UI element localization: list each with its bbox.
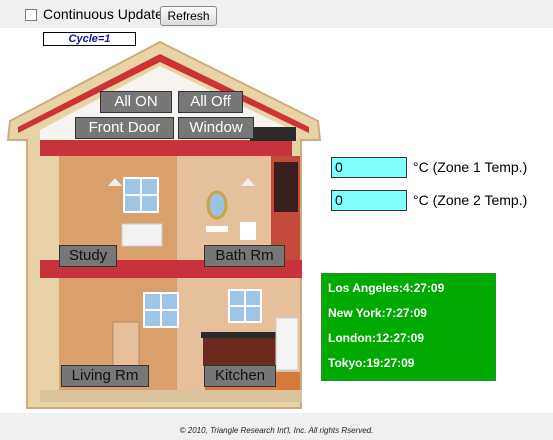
study-button[interactable]: Study (59, 245, 117, 267)
all-on-button[interactable]: All ON (100, 91, 172, 113)
living-rm-button[interactable]: Living Rm (61, 365, 149, 387)
copyright-notice: © 2010, Triangle Research Int'l, Inc. Al… (179, 426, 374, 435)
clock-los-angeles: Los Angeles:4:27:09 (328, 281, 445, 295)
zone1-temp-field[interactable]: 0 (331, 157, 407, 178)
front-door-button[interactable]: Front Door (75, 117, 174, 139)
window-button[interactable]: Window (178, 117, 254, 139)
bath-rm-button[interactable]: Bath Rm (204, 245, 285, 267)
kitchen-button[interactable]: Kitchen (204, 365, 276, 387)
clock-tokyo: Tokyo:19:27:09 (328, 356, 415, 370)
zone2-temp-label: °C (Zone 2 Temp.) (413, 192, 528, 208)
world-clock-panel: Los Angeles:4:27:09 New York:7:27:09 Lon… (321, 273, 496, 381)
clock-new-york: New York:7:27:09 (328, 306, 427, 320)
all-off-button[interactable]: All Off (178, 91, 243, 113)
clock-london: London:12:27:09 (328, 331, 425, 345)
zone2-temp-field[interactable]: 0 (331, 190, 407, 211)
zone1-temp-label: °C (Zone 1 Temp.) (413, 159, 528, 175)
